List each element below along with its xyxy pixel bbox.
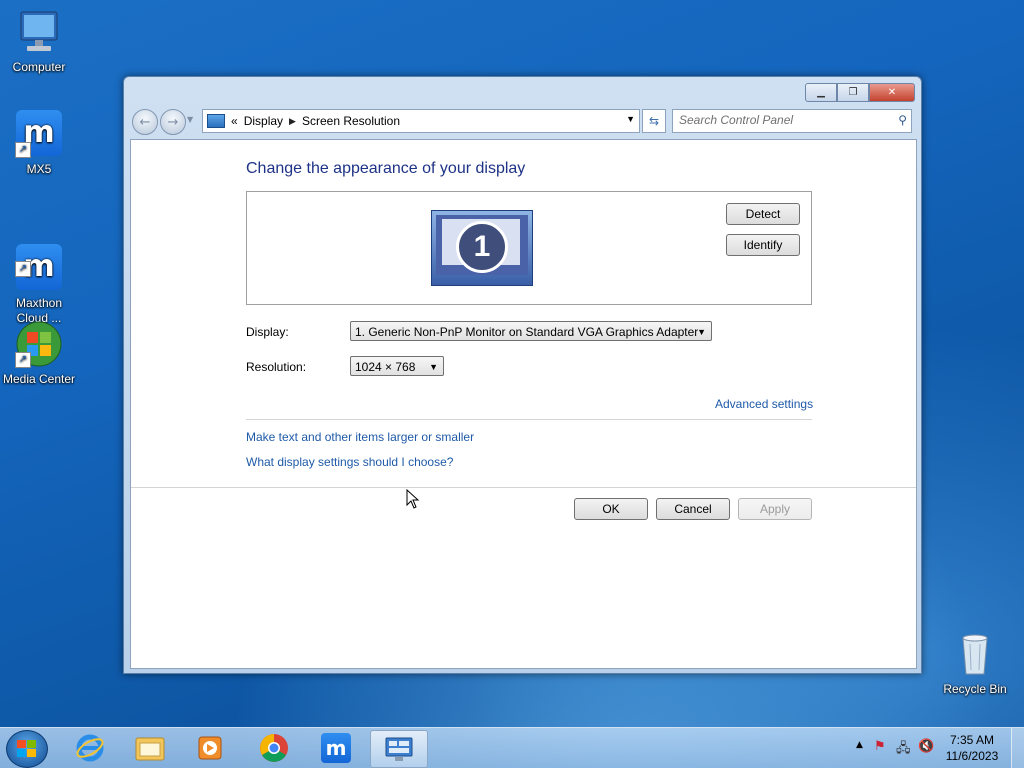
restore-icon: ❐ [848, 87, 858, 98]
media-player-icon [198, 736, 222, 760]
page-title: Change the appearance of your display [246, 160, 526, 177]
desktop-icon-media-center[interactable]: ↗ Media Center [0, 320, 78, 387]
apply-button: Apply [738, 498, 812, 520]
internet-explorer-icon [76, 734, 104, 762]
desktop-icon-label: Computer [12, 60, 66, 74]
text-size-link[interactable]: Make text and other items larger or smal… [246, 430, 474, 444]
taskbar-internet-explorer[interactable] [64, 730, 116, 766]
desktop-icon-label: Recycle Bin [943, 682, 1007, 696]
desktop-icon-recycle-bin[interactable]: Recycle Bin [936, 630, 1014, 697]
start-button[interactable] [6, 730, 48, 768]
resolution-select[interactable]: 1024 × 768 ▼ [350, 356, 444, 376]
display-select-value: 1. Generic Non-PnP Monitor on Standard V… [355, 325, 699, 339]
file-explorer-icon [135, 737, 165, 761]
taskbar: m ▲ ⚑ 🖧 🔇 7:35 AM 11/6/2023 [0, 727, 1024, 768]
volume-muted-icon[interactable]: 🔇 [918, 739, 934, 754]
restore-button[interactable]: ❐ [837, 83, 869, 102]
system-tray: ▲ ⚑ 🖧 🔇 7:35 AM 11/6/2023 [834, 728, 1024, 768]
resolution-select-value: 1024 × 768 [355, 360, 416, 374]
forward-button[interactable]: → [160, 109, 186, 135]
forward-arrow-icon: → [167, 114, 179, 130]
taskbar-file-explorer[interactable] [124, 730, 176, 766]
mouse-cursor-icon [406, 488, 420, 512]
taskbar-chrome[interactable] [248, 730, 300, 766]
close-icon: ✕ [887, 87, 897, 98]
clock-date: 11/6/2023 [945, 749, 999, 763]
taskbar-maxthon[interactable]: m [310, 730, 362, 766]
breadcrumb-separator-icon[interactable]: ▶ [289, 116, 296, 127]
divider [131, 487, 916, 488]
desktop-icon-computer[interactable]: Computer [0, 8, 78, 75]
back-arrow-icon: ← [139, 114, 151, 130]
clock[interactable]: 7:35 AM 11/6/2023 [942, 732, 1002, 764]
search-icon[interactable]: ⚲ [898, 113, 907, 127]
windows-logo-icon [17, 740, 37, 758]
maxthon-icon: m [321, 733, 351, 763]
breadcrumb-screen-resolution[interactable]: Screen Resolution [302, 114, 400, 128]
refresh-button[interactable]: ⇆ [642, 109, 666, 133]
search-box[interactable]: ⚲ [672, 109, 912, 133]
screen-resolution-window: ▁ ❐ ✕ ← → ▼ « Display ▶ Screen Resolutio… [123, 76, 922, 674]
desktop-icon-label: Media Center [2, 372, 76, 386]
show-desktop-button[interactable] [1011, 728, 1024, 768]
cancel-button[interactable]: Cancel [656, 498, 730, 520]
action-center-flag-icon[interactable]: ⚑ [874, 739, 886, 754]
monitor-number: 1 [456, 221, 508, 273]
control-panel-content: Change the appearance of your display 1 … [130, 139, 917, 669]
breadcrumb-display[interactable]: Display [244, 114, 283, 128]
minimize-icon: ▁ [817, 87, 825, 98]
breadcrumb-overflow[interactable]: « [231, 114, 238, 128]
recycle-bin-icon [951, 630, 999, 678]
navigation-bar: ← → ▼ « Display ▶ Screen Resolution ▼ ⇆ … [130, 107, 915, 135]
divider [246, 419, 812, 420]
address-dropdown-icon[interactable]: ▼ [626, 114, 635, 124]
search-input[interactable] [673, 110, 879, 130]
address-bar[interactable]: « Display ▶ Screen Resolution ▼ [202, 109, 640, 133]
refresh-icon: ⇆ [648, 114, 660, 128]
monitor-1-thumbnail[interactable]: 1 [431, 210, 533, 286]
window-caption-buttons: ▁ ❐ ✕ [805, 83, 915, 102]
shortcut-arrow-icon: ↗ [15, 261, 31, 277]
chevron-down-icon: ▼ [429, 362, 438, 372]
computer-icon [15, 8, 63, 56]
network-icon[interactable]: 🖧 [896, 739, 911, 761]
desktop-icon-mx5[interactable]: m ↗ MX5 [0, 110, 78, 177]
show-hidden-icons-chevron-icon[interactable]: ▲ [856, 740, 863, 750]
identify-button[interactable]: Identify [726, 234, 800, 256]
display-settings-help-link[interactable]: What display settings should I choose? [246, 455, 453, 469]
recent-pages-chevron-icon[interactable]: ▼ [187, 115, 193, 124]
display-select[interactable]: 1. Generic Non-PnP Monitor on Standard V… [350, 321, 712, 341]
control-panel-icon [385, 737, 413, 761]
control-panel-icon [207, 114, 225, 128]
back-button[interactable]: ← [132, 109, 158, 135]
shortcut-arrow-icon: ↗ [15, 142, 31, 158]
chrome-icon [260, 734, 288, 762]
taskbar-control-panel[interactable] [370, 730, 428, 768]
taskbar-media-player[interactable] [184, 730, 236, 766]
clock-time: 7:35 AM [949, 733, 995, 747]
close-button[interactable]: ✕ [869, 83, 915, 102]
minimize-button[interactable]: ▁ [805, 83, 837, 102]
monitor-preview-box: 1 Detect Identify [246, 191, 812, 305]
advanced-settings-link[interactable]: Advanced settings [715, 397, 813, 411]
ok-button[interactable]: OK [574, 498, 648, 520]
shortcut-arrow-icon: ↗ [15, 352, 31, 368]
display-label: Display: [246, 325, 289, 339]
desktop-icon-label: MX5 [26, 162, 52, 176]
chevron-down-icon: ▼ [697, 327, 706, 337]
resolution-label: Resolution: [246, 360, 307, 374]
detect-button[interactable]: Detect [726, 203, 800, 225]
